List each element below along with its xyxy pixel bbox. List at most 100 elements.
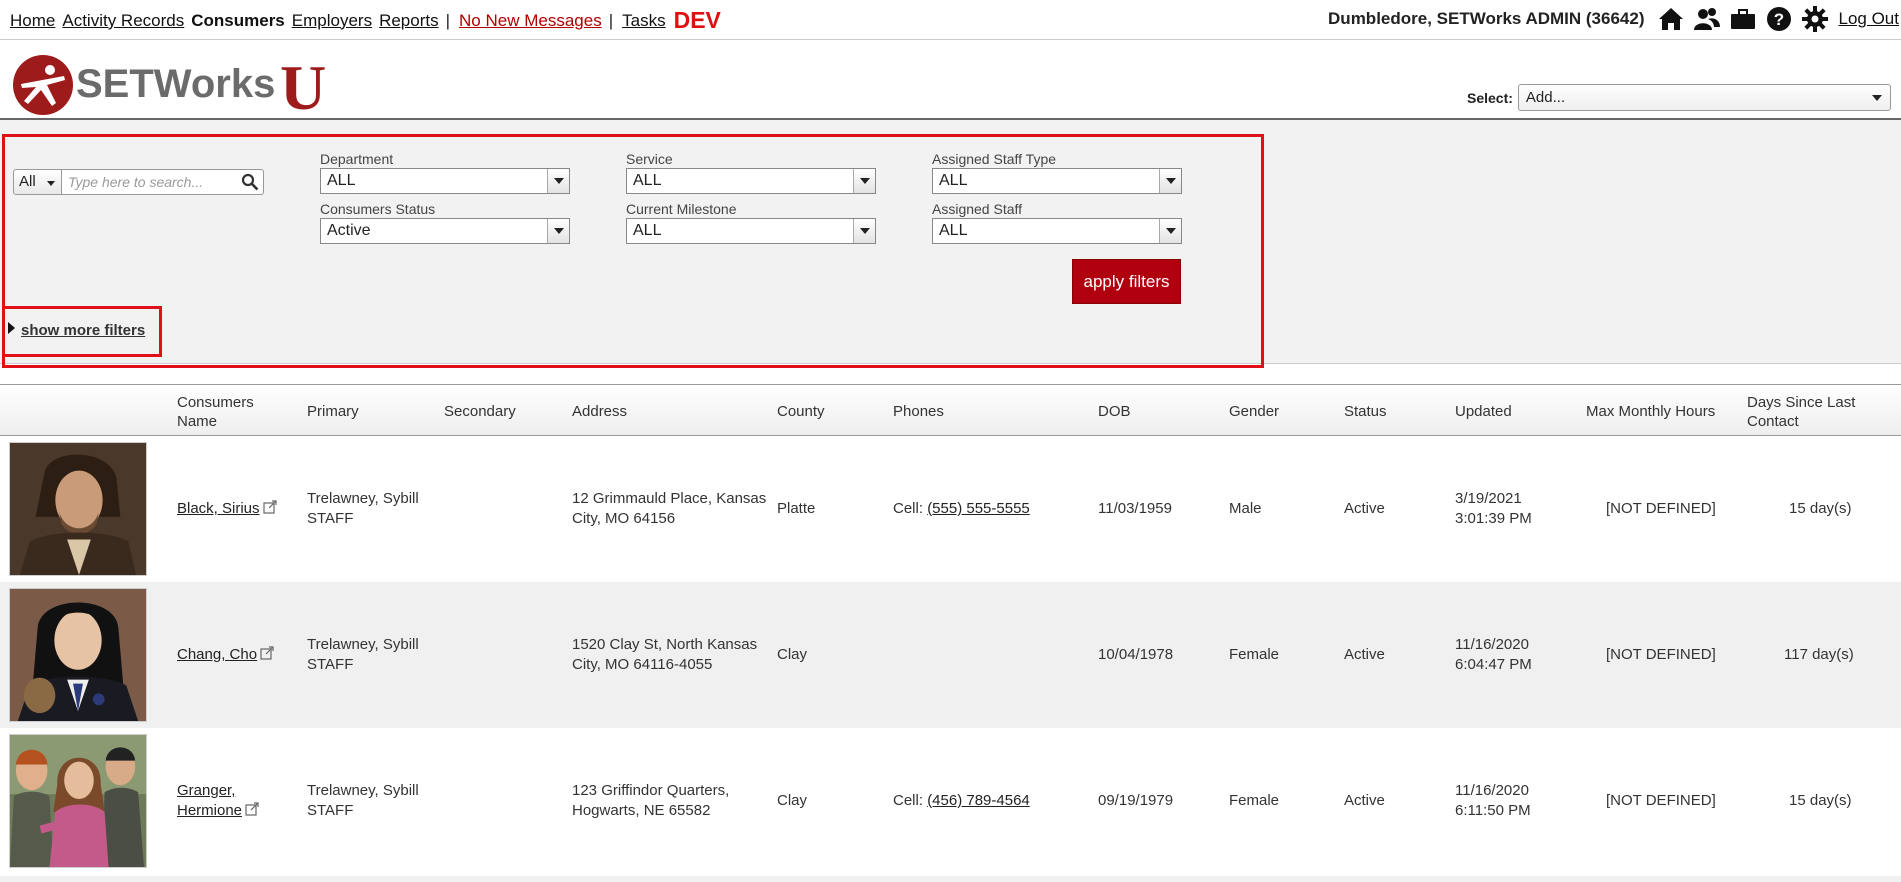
consumer-photo <box>9 734 147 868</box>
col-name[interactable]: Consumers Name <box>177 393 254 431</box>
nav-reports[interactable]: Reports <box>379 11 439 31</box>
primary-staff-role: STAFF <box>307 510 354 527</box>
status: Active <box>1344 792 1385 809</box>
main-nav: Home Activity Records Consumers Employer… <box>10 9 721 32</box>
brand-suffix: U <box>280 52 326 118</box>
county: Clay <box>777 792 808 809</box>
col-days-since-contact[interactable]: Days Since Last Contact <box>1747 393 1855 431</box>
consumer-name-link[interactable]: Black, Sirius <box>177 500 260 517</box>
col-updated[interactable]: Updated <box>1455 402 1512 421</box>
user-area: Dumbledore, SETWorks ADMIN (36642) ? Log… <box>1328 6 1901 32</box>
quick-select: Select: Add... <box>1467 84 1891 111</box>
consumers-table: Consumers Name Primary Secondary Address… <box>0 384 1901 874</box>
col-dob[interactable]: DOB <box>1098 402 1131 421</box>
help-icon[interactable]: ? <box>1766 6 1792 32</box>
updated-time: 3:01:39 PM <box>1455 510 1532 527</box>
consumer-name: Chang, Cho <box>177 645 274 665</box>
status: Active <box>1344 500 1385 517</box>
external-link-icon[interactable] <box>245 802 259 816</box>
primary-staff: Trelawney, Sybill STAFF <box>307 489 419 529</box>
max-monthly-hours: [NOT DEFINED] <box>1606 646 1716 663</box>
address-line2: City, MO 64116-4055 <box>572 656 713 673</box>
col-days-line1: Days Since Last <box>1747 394 1856 411</box>
nav-separator: | <box>445 10 451 30</box>
table-row: Chang, Cho Trelawney, Sybill STAFF 1520 … <box>0 582 1901 728</box>
dob: 10/04/1978 <box>1098 646 1174 663</box>
updated: 11/16/2020 6:11:50 PM <box>1455 781 1531 821</box>
col-secondary[interactable]: Secondary <box>444 402 516 421</box>
col-primary[interactable]: Primary <box>307 402 359 421</box>
col-phones[interactable]: Phones <box>893 402 944 421</box>
logout-link[interactable]: Log Out <box>1839 9 1900 29</box>
dob: 11/03/1959 <box>1098 500 1172 517</box>
primary-staff-name: Trelawney, Sybill <box>307 636 419 653</box>
nav-employers[interactable]: Employers <box>292 11 372 31</box>
brand-name: SETWorks <box>76 62 275 106</box>
table-header: Consumers Name Primary Secondary Address… <box>0 384 1901 436</box>
table-row: Black, Sirius Trelawney, Sybill STAFF 12… <box>0 436 1901 582</box>
home-icon[interactable] <box>1658 6 1684 32</box>
updated: 11/16/2020 6:04:47 PM <box>1455 635 1532 675</box>
chevron-down-icon <box>1871 95 1882 101</box>
consumer-name-link[interactable]: Chang, Cho <box>177 646 257 663</box>
primary-staff: Trelawney, Sybill STAFF <box>307 781 419 821</box>
col-max-hours[interactable]: Max Monthly Hours <box>1586 402 1715 421</box>
address-line1: 123 Griffindor Quarters, <box>572 782 730 799</box>
updated-time: 6:11:50 PM <box>1455 802 1531 819</box>
next-row-edge <box>0 876 1901 882</box>
phone-link[interactable]: (555) 555-5555 <box>927 500 1030 517</box>
primary-staff: Trelawney, Sybill STAFF <box>307 635 419 675</box>
phone-link[interactable]: (456) 789-4564 <box>927 792 1030 809</box>
primary-staff-name: Trelawney, Sybill <box>307 782 419 799</box>
updated-date: 11/16/2020 <box>1455 782 1529 799</box>
briefcase-icon[interactable] <box>1730 6 1756 32</box>
highlight-box <box>2 134 1264 368</box>
county: Clay <box>777 646 808 663</box>
add-select[interactable]: Add... <box>1517 84 1891 111</box>
primary-staff-name: Trelawney, Sybill <box>307 490 419 507</box>
external-link-icon[interactable] <box>260 646 274 660</box>
days-since-contact: 117 day(s) <box>1784 646 1854 663</box>
phone-label: Cell: <box>893 500 924 517</box>
col-county[interactable]: County <box>777 402 825 421</box>
nav-activity-records[interactable]: Activity Records <box>62 11 184 31</box>
updated: 3/19/2021 3:01:39 PM <box>1455 489 1532 529</box>
nav-separator: | <box>608 10 614 30</box>
consumer-name: Granger, Hermione <box>177 781 259 821</box>
col-name-line1: Consumers <box>177 394 254 411</box>
nav-consumers[interactable]: Consumers <box>191 11 285 31</box>
status: Active <box>1344 646 1385 663</box>
address: 123 Griffindor Quarters, Hogwarts, NE 65… <box>572 781 729 821</box>
days-since-contact: 15 day(s) <box>1789 500 1852 517</box>
setworks-logo[interactable]: SETWorks U <box>12 52 342 123</box>
col-address[interactable]: Address <box>572 402 627 421</box>
consumer-photo <box>9 442 147 576</box>
consumer-name-link[interactable]: Granger, <box>177 782 235 799</box>
address-line1: 12 Grimmauld Place, Kansas <box>572 490 767 507</box>
address-line2: City, MO 64156 <box>572 510 676 527</box>
gender: Female <box>1229 646 1280 663</box>
nav-messages[interactable]: No New Messages <box>459 11 602 31</box>
primary-staff-role: STAFF <box>307 802 354 819</box>
add-select-value: Add... <box>1525 89 1566 106</box>
gear-icon[interactable] <box>1801 6 1828 32</box>
dob: 09/19/1979 <box>1098 792 1174 809</box>
consumer-name-link[interactable]: Hermione <box>177 802 242 819</box>
svg-text:?: ? <box>1773 10 1783 29</box>
col-status[interactable]: Status <box>1344 402 1387 421</box>
nav-tasks[interactable]: Tasks <box>622 11 665 31</box>
table-row: Granger, Hermione Trelawney, Sybill STAF… <box>0 728 1901 874</box>
select-label: Select: <box>1467 89 1513 106</box>
gender: Male <box>1229 500 1262 517</box>
phone-label: Cell: <box>893 792 924 809</box>
max-monthly-hours: [NOT DEFINED] <box>1606 792 1716 809</box>
county: Platte <box>777 500 816 517</box>
col-name-line2: Name <box>177 413 218 430</box>
users-icon[interactable] <box>1693 6 1720 32</box>
updated-date: 11/16/2020 <box>1455 636 1529 653</box>
external-link-icon[interactable] <box>262 500 277 514</box>
col-gender[interactable]: Gender <box>1229 402 1279 421</box>
phone: Cell: (456) 789-4564 <box>893 791 1030 811</box>
address-line2: Hogwarts, NE 65582 <box>572 802 711 819</box>
nav-home[interactable]: Home <box>10 11 55 31</box>
